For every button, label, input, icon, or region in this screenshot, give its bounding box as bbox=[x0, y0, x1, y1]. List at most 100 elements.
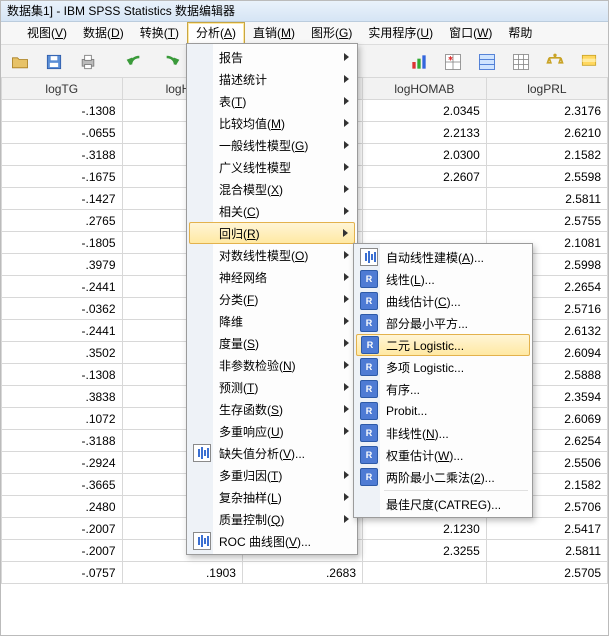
analyze-item-0[interactable]: 报告 bbox=[189, 46, 355, 68]
analyze-item-6[interactable]: 混合模型(X) bbox=[189, 178, 355, 200]
analyze-item-12[interactable]: 降维 bbox=[189, 310, 355, 332]
analyze-item-1[interactable]: 描述统计 bbox=[189, 68, 355, 90]
cell[interactable]: -.1675 bbox=[2, 166, 123, 188]
cell[interactable]: 2.1582 bbox=[486, 144, 607, 166]
regress-item-7[interactable]: RProbit... bbox=[356, 400, 530, 422]
analyze-item-16[interactable]: 生存函数(S) bbox=[189, 398, 355, 420]
analyze-item-21[interactable]: 质量控制(Q) bbox=[189, 508, 355, 530]
column-header[interactable]: logTG bbox=[2, 78, 123, 100]
cell[interactable]: 2.0345 bbox=[363, 100, 487, 122]
cell[interactable]: 2.5811 bbox=[486, 188, 607, 210]
regress-item-5[interactable]: R多项 Logistic... bbox=[356, 356, 530, 378]
cell[interactable]: 2.3255 bbox=[363, 540, 487, 562]
cell[interactable]: 2.5598 bbox=[486, 166, 607, 188]
analyze-item-22[interactable]: ROC 曲线图(V)... bbox=[189, 530, 355, 552]
cell[interactable]: -.3188 bbox=[2, 430, 123, 452]
cell[interactable]: 2.2607 bbox=[363, 166, 487, 188]
cell[interactable]: 2.1230 bbox=[363, 518, 487, 540]
regress-item-4[interactable]: R二元 Logistic... bbox=[356, 334, 530, 356]
print-icon[interactable] bbox=[73, 48, 103, 76]
cell[interactable]: -.0362 bbox=[2, 298, 123, 320]
cell[interactable]: .1903 bbox=[122, 562, 242, 584]
regress-item-6[interactable]: R有序... bbox=[356, 378, 530, 400]
regress-item-3[interactable]: R部分最小平方... bbox=[356, 312, 530, 334]
redo-icon[interactable] bbox=[155, 48, 185, 76]
cell[interactable]: .2683 bbox=[242, 562, 362, 584]
analyze-item-3[interactable]: 比较均值(M) bbox=[189, 112, 355, 134]
analyze-item-15[interactable]: 预测(T) bbox=[189, 376, 355, 398]
analyze-item-11[interactable]: 分类(F) bbox=[189, 288, 355, 310]
cell[interactable]: -.2441 bbox=[2, 320, 123, 342]
cell[interactable]: -.1308 bbox=[2, 364, 123, 386]
chart-icon[interactable] bbox=[404, 48, 434, 76]
cell[interactable]: -.2007 bbox=[2, 518, 123, 540]
regress-item-1[interactable]: R线性(L)... bbox=[356, 268, 530, 290]
variables-icon[interactable] bbox=[472, 48, 502, 76]
analyze-item-2[interactable]: 表(T) bbox=[189, 90, 355, 112]
undo-icon[interactable] bbox=[121, 48, 151, 76]
cell[interactable]: .2480 bbox=[2, 496, 123, 518]
cell[interactable]: -.3665 bbox=[2, 474, 123, 496]
cell[interactable]: 2.3176 bbox=[486, 100, 607, 122]
cell[interactable]: -.2924 bbox=[2, 452, 123, 474]
regress-item-12[interactable]: 最佳尺度(CATREG)... bbox=[356, 493, 530, 515]
analyze-item-10[interactable]: 神经网络 bbox=[189, 266, 355, 288]
cell[interactable]: 2.5705 bbox=[486, 562, 607, 584]
grid-icon[interactable] bbox=[506, 48, 536, 76]
analyze-item-18[interactable]: 缺失值分析(V)... bbox=[189, 442, 355, 464]
cell[interactable]: -.0655 bbox=[2, 122, 123, 144]
save-icon[interactable] bbox=[39, 48, 69, 76]
analyze-item-7[interactable]: 相关(C) bbox=[189, 200, 355, 222]
cell[interactable]: 2.0300 bbox=[363, 144, 487, 166]
weight-icon[interactable] bbox=[540, 48, 570, 76]
analyze-item-17[interactable]: 多重响应(U) bbox=[189, 420, 355, 442]
cell[interactable]: .1072 bbox=[2, 408, 123, 430]
cell[interactable]: .3502 bbox=[2, 342, 123, 364]
regress-item-9[interactable]: R权重估计(W)... bbox=[356, 444, 530, 466]
cell[interactable]: -.1427 bbox=[2, 188, 123, 210]
analyze-item-5[interactable]: 广义线性模型 bbox=[189, 156, 355, 178]
cell[interactable]: -.1805 bbox=[2, 232, 123, 254]
cell[interactable]: -.0757 bbox=[2, 562, 123, 584]
cell[interactable]: .3979 bbox=[2, 254, 123, 276]
regress-item-10[interactable]: R两阶最小二乘法(2)... bbox=[356, 466, 530, 488]
analyze-item-19[interactable]: 多重归因(T) bbox=[189, 464, 355, 486]
menu-6[interactable]: 图形(G) bbox=[303, 22, 360, 44]
cell[interactable]: 2.5417 bbox=[486, 518, 607, 540]
cell[interactable]: 2.6210 bbox=[486, 122, 607, 144]
column-header[interactable]: logHOMAB bbox=[363, 78, 487, 100]
analyze-item-9[interactable]: 对数线性模型(O) bbox=[189, 244, 355, 266]
cell[interactable]: -.2441 bbox=[2, 276, 123, 298]
cell[interactable] bbox=[363, 210, 487, 232]
cell[interactable] bbox=[363, 562, 487, 584]
cell[interactable]: -.2007 bbox=[2, 540, 123, 562]
cell[interactable] bbox=[363, 188, 487, 210]
select-icon[interactable] bbox=[574, 48, 604, 76]
cell[interactable]: -.1308 bbox=[2, 100, 123, 122]
cell[interactable]: .2765 bbox=[2, 210, 123, 232]
column-header[interactable]: logPRL bbox=[486, 78, 607, 100]
menu-1[interactable]: 视图(V) bbox=[19, 22, 75, 44]
menu-3[interactable]: 转换(T) bbox=[132, 22, 187, 44]
menu-5[interactable]: 直销(M) bbox=[245, 22, 303, 44]
menu-9[interactable]: 帮助 bbox=[500, 22, 540, 44]
menu-8[interactable]: 窗口(W) bbox=[441, 22, 500, 44]
menu-2[interactable]: 数据(D) bbox=[75, 22, 132, 44]
analyze-item-8[interactable]: 回归(R) bbox=[189, 222, 355, 244]
analyze-item-20[interactable]: 复杂抽样(L) bbox=[189, 486, 355, 508]
analyze-item-13[interactable]: 度量(S) bbox=[189, 332, 355, 354]
regress-item-2[interactable]: R曲线估计(C)... bbox=[356, 290, 530, 312]
regress-item-8[interactable]: R非线性(N)... bbox=[356, 422, 530, 444]
regress-item-0[interactable]: 自动线性建模(A)... bbox=[356, 246, 530, 268]
menu-7[interactable]: 实用程序(U) bbox=[360, 22, 441, 44]
analyze-item-4[interactable]: 一般线性模型(G) bbox=[189, 134, 355, 156]
cell[interactable]: 2.5811 bbox=[486, 540, 607, 562]
crosstabs-icon[interactable]: ✱ bbox=[438, 48, 468, 76]
cell[interactable]: .3838 bbox=[2, 386, 123, 408]
cell[interactable]: 2.2133 bbox=[363, 122, 487, 144]
menu-4[interactable]: 分析(A) bbox=[187, 22, 245, 44]
cell[interactable]: -.3188 bbox=[2, 144, 123, 166]
analyze-item-14[interactable]: 非参数检验(N) bbox=[189, 354, 355, 376]
cell[interactable]: 2.5755 bbox=[486, 210, 607, 232]
open-icon[interactable] bbox=[5, 48, 35, 76]
